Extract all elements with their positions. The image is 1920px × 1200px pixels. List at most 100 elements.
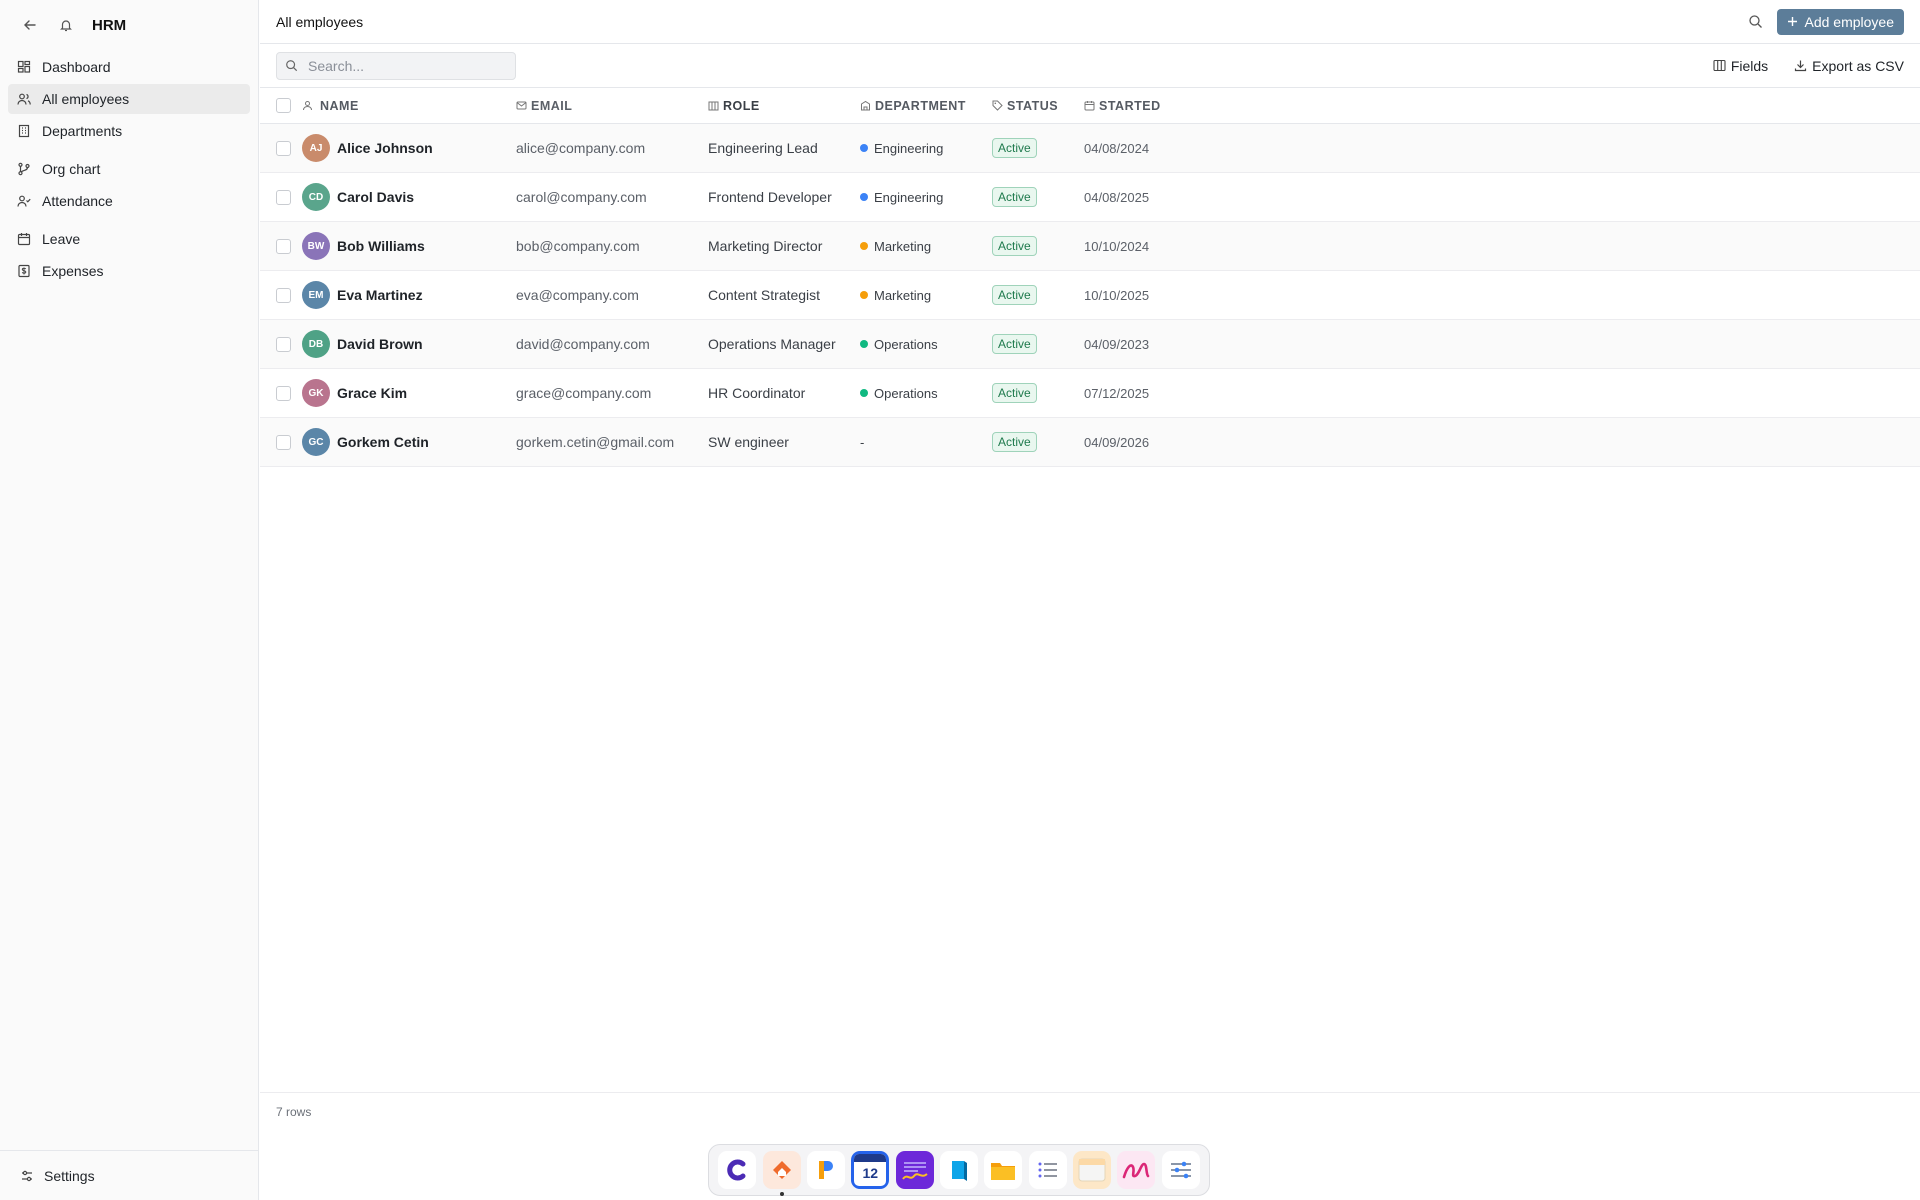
status-cell: Active	[992, 236, 1084, 256]
bell-icon[interactable]	[56, 15, 76, 35]
window-app-icon[interactable]	[1073, 1151, 1112, 1189]
department-name: Operations	[874, 385, 938, 401]
table-row[interactable]: DB David Brown david@company.com Operati…	[260, 320, 1920, 369]
add-employee-button[interactable]: Add employee	[1777, 8, 1904, 35]
employee-name[interactable]: Gorkem Cetin	[337, 434, 429, 450]
sidebar-item-org-chart[interactable]: Org chart	[8, 154, 250, 184]
sidebar-item-label: Leave	[42, 231, 81, 247]
sidebar-item-departments[interactable]: Departments	[8, 116, 250, 146]
employee-name[interactable]: Carol Davis	[337, 189, 414, 205]
table-row[interactable]: EM Eva Martinez eva@company.com Content …	[260, 271, 1920, 320]
sidebar: HRM Dashboard All employees Departments …	[0, 0, 259, 1200]
fields-button[interactable]: Fields	[1713, 58, 1768, 74]
row-checkbox[interactable]	[276, 385, 291, 401]
sidebar-item-expenses[interactable]: Expenses	[8, 256, 250, 286]
column-header-label: ROLE	[723, 98, 760, 113]
calendar-app-icon[interactable]: 12	[851, 1151, 890, 1189]
column-header-status[interactable]: STATUS	[992, 99, 1084, 113]
column-header-started[interactable]: STARTED	[1084, 99, 1204, 113]
page-title: All employees	[276, 13, 364, 30]
table-row[interactable]: AJ Alice Johnson alice@company.com Engin…	[260, 124, 1920, 173]
c-app-icon[interactable]	[718, 1151, 757, 1189]
book-app-icon[interactable]	[939, 1151, 978, 1189]
search-input[interactable]	[308, 57, 498, 74]
toolbar-actions: Fields Export as CSV	[1713, 58, 1904, 74]
sidebar-nav: Dashboard All employees Departments Org …	[0, 52, 258, 286]
department-name: -	[860, 434, 865, 450]
dashboard-icon	[16, 59, 32, 75]
sidebar-item-attendance[interactable]: Attendance	[8, 186, 250, 216]
email-cell: alice@company.com	[516, 140, 646, 156]
status-cell: Active	[992, 138, 1084, 158]
search-icon[interactable]	[1748, 14, 1763, 29]
column-header-label: NAME	[320, 98, 359, 113]
department-cell: Operations	[860, 337, 992, 352]
row-select-cell	[260, 189, 302, 205]
wave-app-icon[interactable]	[895, 1151, 934, 1189]
sidebar-item-leave[interactable]: Leave	[8, 224, 250, 254]
department-color-dot	[860, 193, 868, 201]
department-cell: -	[860, 435, 992, 450]
row-select-cell	[260, 287, 302, 303]
table-row[interactable]: GK Grace Kim grace@company.com HR Coordi…	[260, 369, 1920, 418]
row-checkbox[interactable]	[276, 287, 291, 303]
header-actions: Add employee	[1748, 8, 1904, 35]
started-cell: 10/10/2025	[1084, 287, 1150, 303]
search-field[interactable]	[276, 51, 516, 80]
settings-button[interactable]: Settings	[0, 1150, 258, 1200]
table-row[interactable]: GC Gorkem Cetin gorkem.cetin@gmail.com S…	[260, 418, 1920, 467]
employee-name[interactable]: David Brown	[337, 336, 423, 352]
department-cell: Marketing	[860, 288, 992, 303]
row-checkbox[interactable]	[276, 434, 291, 450]
sidebar-item-label: Org chart	[42, 161, 101, 177]
status-badge: Active	[992, 138, 1037, 158]
email-cell: grace@company.com	[516, 385, 652, 401]
status-badge: Active	[992, 236, 1037, 256]
avatar: GK	[302, 379, 330, 407]
name-cell: GC Gorkem Cetin	[302, 428, 516, 456]
select-all-checkbox[interactable]	[276, 98, 291, 113]
status-badge: Active	[992, 383, 1037, 403]
column-header-department[interactable]: DEPARTMENT	[860, 99, 992, 113]
employee-name[interactable]: Eva Martinez	[337, 287, 423, 303]
column-header-email[interactable]: EMAIL	[516, 99, 708, 113]
avatar: DB	[302, 330, 330, 358]
table-row[interactable]: CD Carol Davis carol@company.com Fronten…	[260, 173, 1920, 222]
scribble-app-icon[interactable]	[1117, 1151, 1156, 1189]
role-cell: Content Strategist	[708, 287, 821, 303]
row-checkbox[interactable]	[276, 140, 291, 156]
folder-app-icon[interactable]	[984, 1151, 1023, 1189]
employee-name[interactable]: Alice Johnson	[337, 140, 433, 156]
email-cell: eva@company.com	[516, 287, 639, 303]
employee-name[interactable]: Bob Williams	[337, 238, 425, 254]
add-employee-label: Add employee	[1804, 13, 1894, 30]
name-cell: BW Bob Williams	[302, 232, 516, 260]
sidebar-item-dashboard[interactable]: Dashboard	[8, 52, 250, 82]
list-app-icon[interactable]	[1028, 1151, 1067, 1189]
department-cell: Engineering	[860, 190, 992, 205]
back-arrow-icon[interactable]	[20, 15, 40, 35]
sidebar-item-label: Departments	[42, 123, 123, 139]
p-app-icon[interactable]	[806, 1151, 845, 1189]
column-header-role[interactable]: ROLE	[708, 99, 860, 113]
employee-name[interactable]: Grace Kim	[337, 385, 407, 401]
status-badge: Active	[992, 334, 1037, 354]
row-checkbox[interactable]	[276, 336, 291, 352]
status-badge: Active	[992, 432, 1037, 452]
row-checkbox[interactable]	[276, 238, 291, 254]
department-name: Marketing	[874, 287, 932, 303]
row-checkbox[interactable]	[276, 189, 291, 205]
git-branch-icon	[16, 161, 32, 177]
column-header-label: STATUS	[1007, 98, 1059, 113]
sliders-app-icon[interactable]	[1161, 1151, 1200, 1189]
department-name: Engineering	[874, 140, 944, 156]
column-header-name[interactable]: NAME	[302, 99, 516, 113]
export-csv-button[interactable]: Export as CSV	[1794, 58, 1904, 74]
row-select-cell	[260, 385, 302, 401]
table-row[interactable]: BW Bob Williams bob@company.com Marketin…	[260, 222, 1920, 271]
office-icon	[860, 100, 871, 111]
sidebar-item-all-employees[interactable]: All employees	[8, 84, 250, 114]
column-header-label: DEPARTMENT	[875, 98, 966, 113]
home-app-icon[interactable]	[762, 1151, 801, 1196]
dock: 12	[708, 1144, 1210, 1196]
